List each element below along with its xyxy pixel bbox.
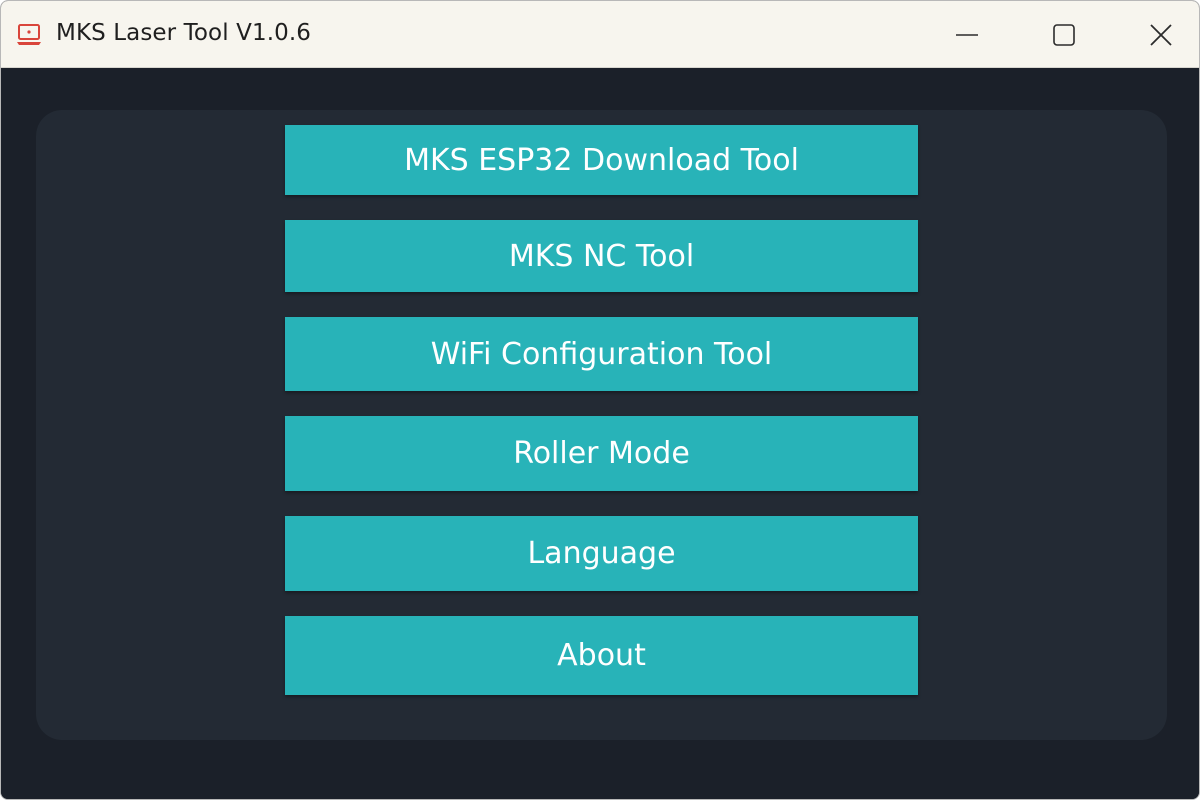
main-content: MKS ESP32 Download Tool MKS NC Tool WiFi… [1,68,1199,799]
app-window: MKS Laser Tool V1.0.6 MKS ESP32 Download… [0,0,1200,800]
about-button[interactable]: About [285,616,918,695]
esp32-download-tool-button[interactable]: MKS ESP32 Download Tool [285,125,918,195]
roller-mode-button[interactable]: Roller Mode [285,416,918,491]
wifi-configuration-tool-button[interactable]: WiFi Configuration Tool [285,317,918,391]
minimize-icon[interactable] [947,15,987,55]
maximize-icon[interactable] [1044,15,1084,55]
window-title: MKS Laser Tool V1.0.6 [56,20,311,46]
language-button[interactable]: Language [285,516,918,591]
laptop-icon [15,23,43,47]
nc-tool-button[interactable]: MKS NC Tool [285,220,918,292]
close-icon[interactable] [1141,15,1181,55]
title-bar[interactable]: MKS Laser Tool V1.0.6 [1,1,1199,68]
